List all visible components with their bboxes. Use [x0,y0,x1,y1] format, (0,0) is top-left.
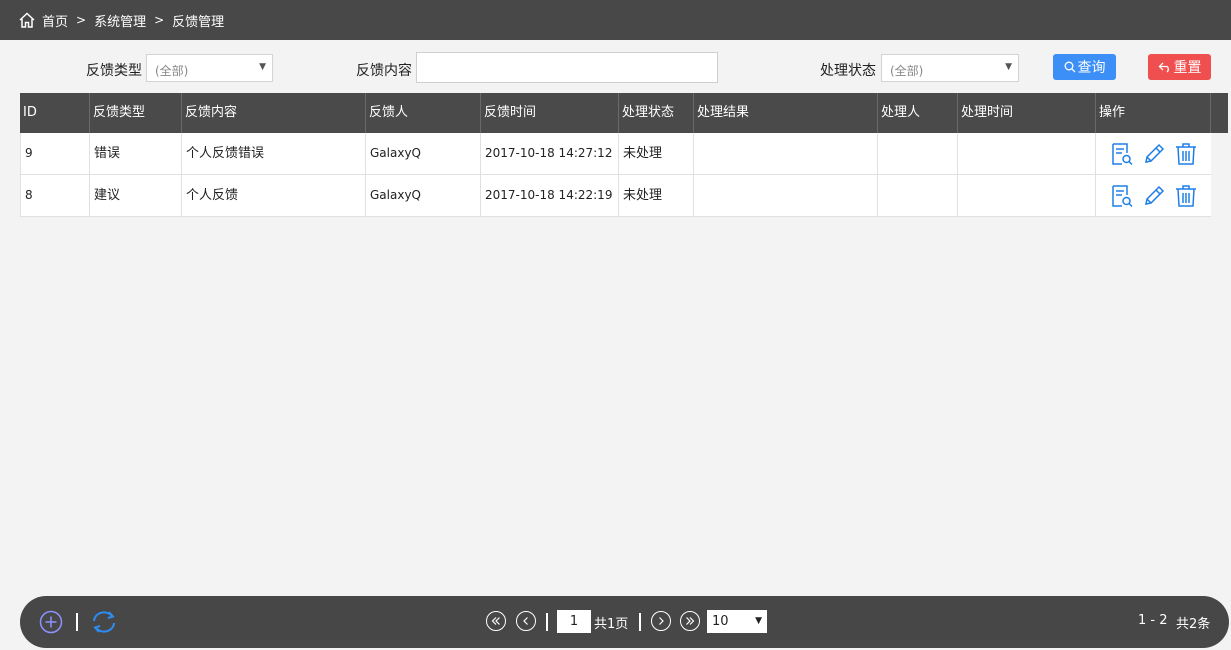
query-label: 查询 [1077,60,1106,76]
cell-status: 未处理 [619,133,694,174]
breadcrumb-system[interactable]: 系统管理 [94,11,146,30]
col-user: 反馈人 [366,93,481,133]
col-type: 反馈类型 [90,93,182,133]
chevron-down-icon: ▼ [755,616,762,626]
cell-handler [878,175,958,216]
query-button[interactable]: 查询 [1053,54,1116,80]
pager-divider [639,613,641,631]
reset-button[interactable]: 重置 [1148,54,1211,80]
toolbar-divider [76,613,78,631]
breadcrumb-home[interactable]: 首页 [42,11,68,30]
col-content: 反馈内容 [182,93,366,133]
cell-content: 个人反馈错误 [182,133,366,174]
col-id: ID [20,93,90,133]
cell-content: 个人反馈 [182,175,366,216]
cell-user: GalaxyQ [366,175,481,216]
feedback-type-value: (全部) [155,64,189,78]
total-records-text: 共2条 [1176,617,1211,632]
feedback-type-select[interactable]: (全部) ▼ [146,54,273,82]
delete-icon[interactable] [1174,142,1198,166]
first-page-icon [491,617,500,625]
page-number-input[interactable]: 1 [557,610,591,633]
col-handler: 处理人 [878,93,958,133]
cell-time: 2017-10-18 14:27:12 [481,133,619,174]
reset-label: 重置 [1173,60,1202,76]
view-icon[interactable] [1110,184,1134,208]
cell-time: 2017-10-18 14:22:19 [481,175,619,216]
record-range-text: 1 - 2 [1138,613,1168,628]
breadcrumb-bar: 首页 > 系统管理 > 反馈管理 [0,0,1231,40]
next-page-button[interactable] [651,611,671,631]
prev-page-icon [523,617,528,625]
pager-bar: 1 共1页 10 ▼ 1 - 2 共2条 [20,596,1229,648]
edit-icon[interactable] [1142,142,1166,166]
status-value: (全部) [890,64,924,78]
cell-id: 9 [21,133,90,174]
cell-user: GalaxyQ [366,133,481,174]
prev-page-button[interactable] [516,611,536,631]
table-row[interactable]: 9 错误 个人反馈错误 GalaxyQ 2017-10-18 14:27:12 … [20,133,1211,175]
cell-handled-time [958,133,1096,174]
col-time: 反馈时间 [481,93,619,133]
last-page-button[interactable] [680,611,700,631]
feedback-type-label: 反馈类型 [86,63,142,79]
breadcrumb-separator: > [76,13,87,27]
feedback-content-label: 反馈内容 [356,63,412,79]
row-actions [1110,142,1206,166]
cell-id: 8 [21,175,90,216]
table-row[interactable]: 8 建议 个人反馈 GalaxyQ 2017-10-18 14:22:19 未处… [20,175,1211,217]
cell-result [694,175,878,216]
add-icon[interactable] [39,610,63,634]
cell-handler [878,133,958,174]
breadcrumb-separator: > [154,13,165,27]
home-icon[interactable] [18,11,36,29]
page-size-value: 10 [712,614,729,629]
last-page-icon [686,617,695,625]
search-icon [1064,61,1075,73]
cell-status: 未处理 [619,175,694,216]
next-page-icon [659,617,664,625]
cell-type: 错误 [90,133,182,174]
chevron-down-icon: ▼ [259,62,266,72]
view-icon[interactable] [1110,142,1134,166]
col-result: 处理结果 [694,93,878,133]
col-actions: 操作 [1096,93,1211,133]
feedback-content-input[interactable] [416,52,718,83]
table-header: ID 反馈类型 反馈内容 反馈人 反馈时间 处理状态 处理结果 处理人 处理时间… [20,93,1228,133]
cell-handled-time [958,175,1096,216]
status-label: 处理状态 [820,63,876,79]
col-status: 处理状态 [619,93,694,133]
cell-result [694,133,878,174]
undo-icon [1158,62,1169,73]
cell-type: 建议 [90,175,182,216]
total-pages-text: 共1页 [594,617,629,632]
first-page-button[interactable] [486,611,506,631]
page-size-select[interactable]: 10 ▼ [707,610,767,633]
chevron-down-icon: ▼ [1005,62,1012,72]
refresh-icon[interactable] [90,609,118,635]
pager-divider [546,613,548,631]
breadcrumb-current: 反馈管理 [172,14,225,30]
row-actions [1110,184,1206,208]
edit-icon[interactable] [1142,184,1166,208]
status-select[interactable]: (全部) ▼ [881,54,1019,82]
col-handled-time: 处理时间 [958,93,1096,133]
delete-icon[interactable] [1174,184,1198,208]
